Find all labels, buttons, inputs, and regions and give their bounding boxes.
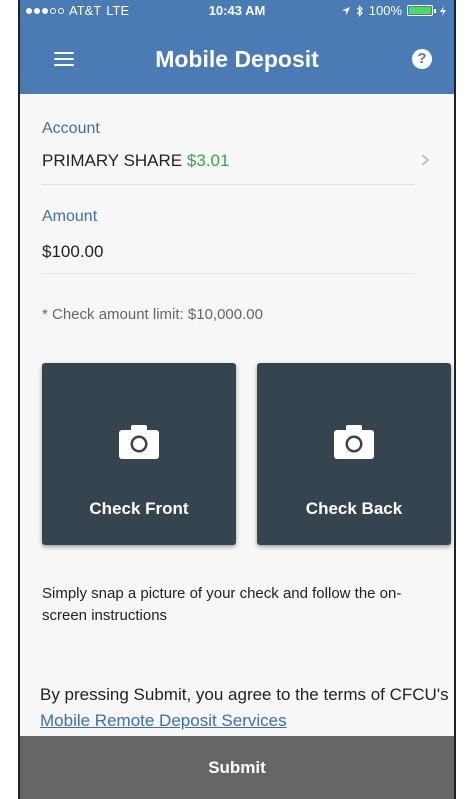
terms-link[interactable]: Mobile Remote Deposit Services (40, 711, 287, 730)
amount-label: Amount (42, 208, 98, 225)
battery-icon (407, 5, 436, 16)
chevron-right-icon[interactable] (418, 152, 432, 168)
app-header: Mobile Deposit ? (20, 22, 454, 94)
camera-icon (119, 425, 159, 459)
battery-percent: 100% (368, 3, 402, 18)
terms-prefix: By pressing Submit, you agree to the ter… (40, 685, 449, 704)
check-limit-note: * Check amount limit: $10,000.00 (42, 306, 263, 323)
check-back-button[interactable]: Check Back (257, 363, 451, 545)
account-label: Account (42, 120, 100, 137)
account-balance: $3.01 (186, 151, 230, 170)
phone-screen: AT&T LTE 10:43 AM 100% Mobile Deposit ? … (18, 0, 456, 799)
help-icon[interactable]: ? (412, 49, 432, 69)
account-divider (42, 184, 414, 185)
page-title: Mobile Deposit (155, 46, 319, 72)
charging-icon (440, 5, 446, 16)
camera-icon (334, 425, 374, 459)
status-indicators: 100% (341, 3, 446, 18)
check-front-label: Check Front (89, 499, 189, 518)
status-bar: AT&T LTE 10:43 AM 100% (20, 0, 454, 22)
instructions-text: Simply snap a picture of your check and … (42, 585, 402, 624)
submit-button[interactable]: Submit (20, 736, 454, 799)
account-name: PRIMARY SHARE (42, 151, 183, 170)
check-front-button[interactable]: Check Front (42, 363, 236, 545)
check-back-label: Check Back (305, 499, 403, 518)
amount-divider (42, 273, 414, 274)
terms-text: By pressing Submit, you agree to the ter… (40, 682, 450, 734)
account-value[interactable]: PRIMARY SHARE $3.01 (42, 151, 229, 171)
amount-input[interactable]: $100.00 (42, 242, 103, 262)
location-arrow-icon (341, 6, 350, 15)
bluetooth-icon (356, 4, 363, 17)
